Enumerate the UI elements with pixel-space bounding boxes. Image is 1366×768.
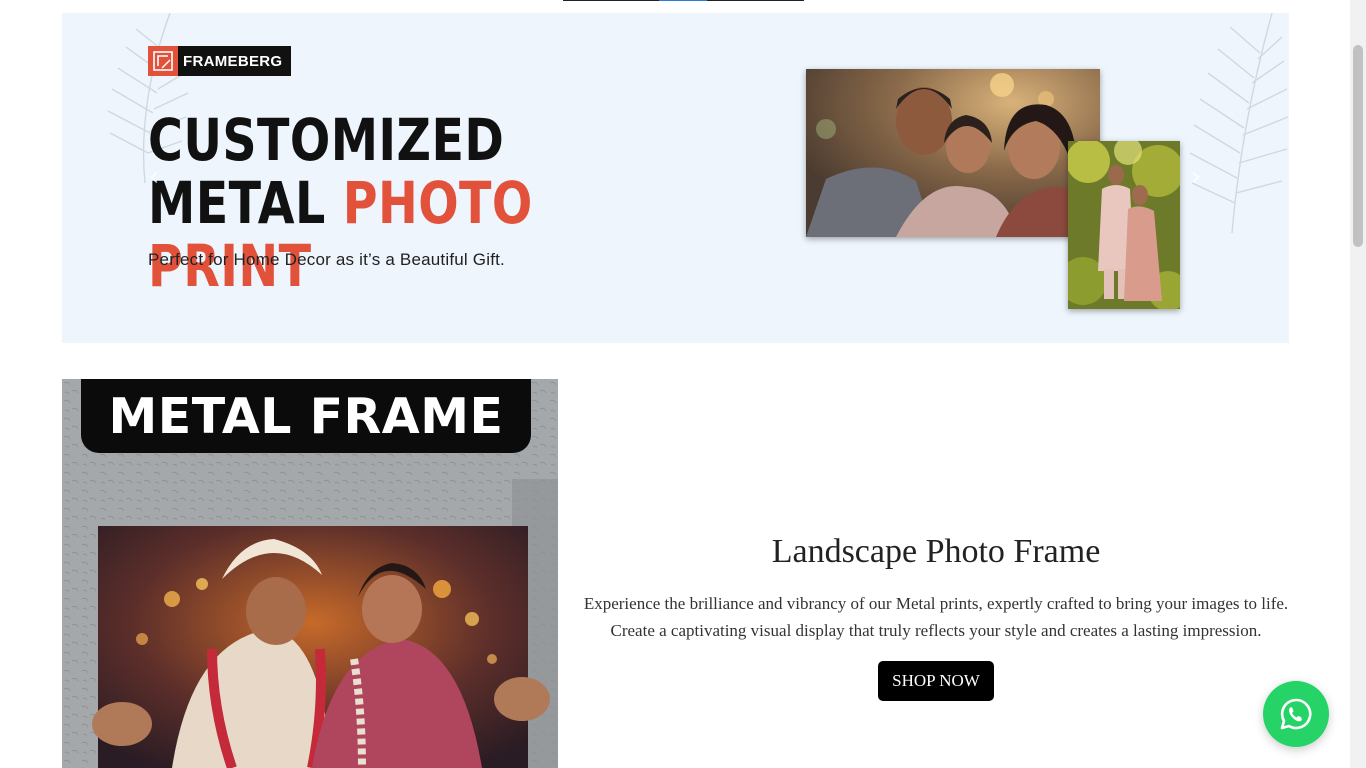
- chevron-right-icon: ›: [1190, 162, 1202, 192]
- slider-indicator-active: [659, 0, 707, 1]
- metal-frame-label: METAL FRAME: [81, 379, 531, 453]
- chevron-left-icon: ‹: [148, 162, 160, 192]
- scrollbar-thumb[interactable]: [1353, 45, 1363, 247]
- next-slide-button[interactable]: ›: [1186, 162, 1206, 192]
- brand-logo: FRAMEBERG: [148, 46, 292, 76]
- couple-photo: [1068, 141, 1180, 309]
- prev-slide-button[interactable]: ‹: [144, 162, 164, 192]
- family-photo: [806, 69, 1100, 237]
- product-image[interactable]: METAL FRAME: [62, 379, 558, 768]
- palm-leaf-right-decoration: [1189, 13, 1289, 233]
- page-scrollbar[interactable]: [1350, 0, 1366, 768]
- whatsapp-icon: [1280, 698, 1312, 730]
- frame-logo-icon: [148, 46, 178, 76]
- product-title: Landscape Photo Frame: [771, 533, 1101, 570]
- banner-tagline: Perfect for Home Decor as it’s a Beautif…: [148, 250, 505, 269]
- brand-name: FRAMEBERG: [178, 46, 292, 76]
- shop-now-button[interactable]: SHOP NOW: [878, 661, 994, 701]
- hero-banner[interactable]: FRAMEBERG CUSTOMIZED METAL PHOTO PRINT P…: [62, 13, 1289, 343]
- slider-indicator: [563, 0, 804, 1]
- product-description: Experience the brilliance and vibrancy o…: [583, 594, 1289, 640]
- product-info: Landscape Photo Frame Experience the bri…: [578, 530, 1294, 701]
- whatsapp-button[interactable]: [1263, 681, 1329, 747]
